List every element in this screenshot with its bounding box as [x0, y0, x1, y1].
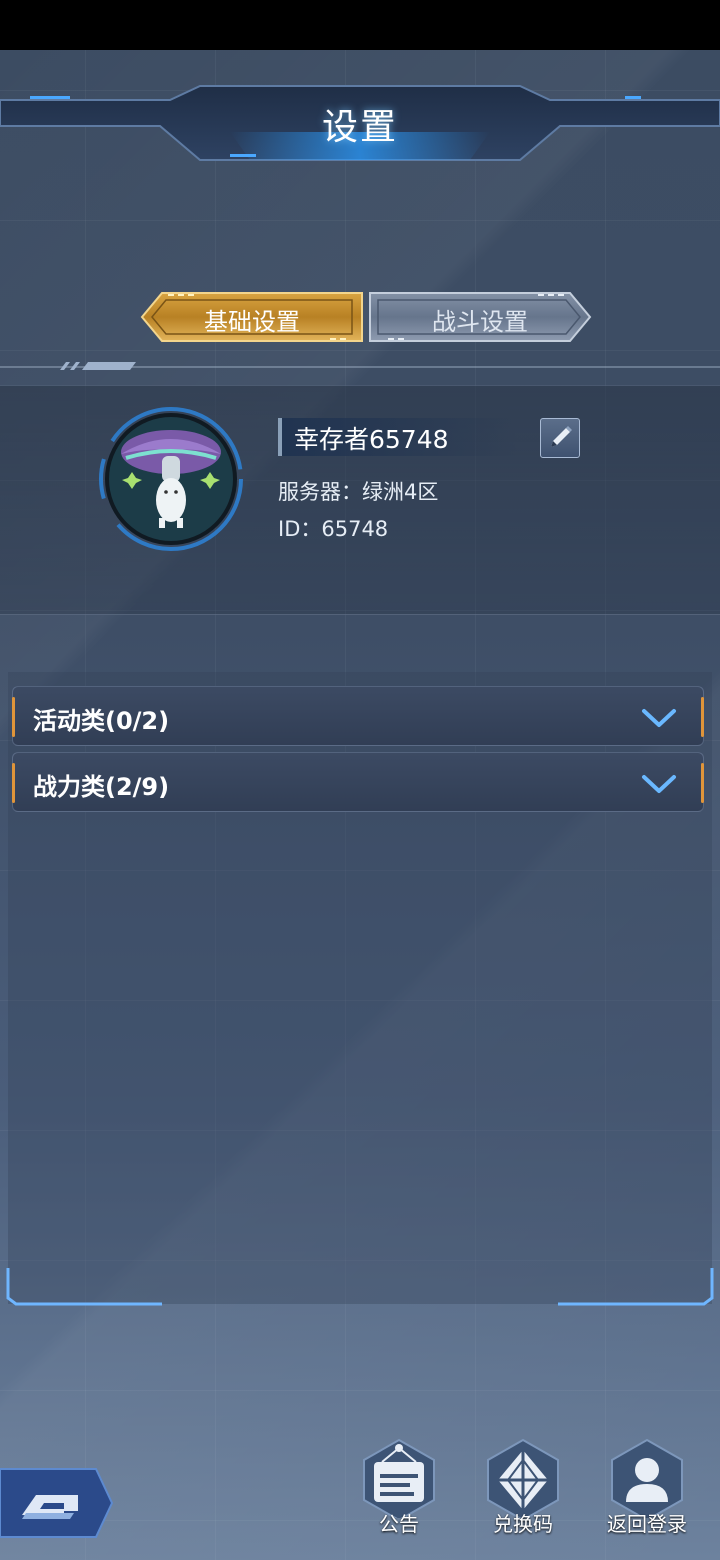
avatar[interactable] [96, 404, 246, 554]
row-accent-left [12, 763, 15, 803]
chevron-down-icon[interactable] [641, 707, 677, 729]
divider [0, 362, 720, 370]
notice-button[interactable]: 公告 [354, 1438, 444, 1538]
pencil-icon [551, 426, 572, 447]
redeem-code-label: 兑换码 [493, 1512, 553, 1536]
panel-corner-right [558, 1268, 714, 1306]
redeem-code-button[interactable]: 兑换码 [478, 1438, 568, 1538]
category-power[interactable]: 战力类(2/9) [12, 752, 704, 812]
row-accent-right [701, 763, 704, 803]
tab-battle-settings[interactable]: 战斗设置 [368, 290, 592, 344]
tab-battle-label: 战斗设置 [432, 308, 528, 336]
tab-basic-settings[interactable]: 基础设置 [140, 290, 364, 344]
category-power-label: 战力类(2/9) [33, 773, 170, 801]
category-activity[interactable]: 活动类(0/2) [12, 686, 704, 746]
chevron-down-icon[interactable] [641, 773, 677, 795]
return-login-label: 返回登录 [607, 1512, 687, 1536]
return-login-button[interactable]: 返回登录 [602, 1438, 692, 1538]
row-accent-left [12, 697, 15, 737]
page-title: 设置 [321, 107, 398, 148]
user-icon [611, 1438, 683, 1522]
player-id: ID：65748 [278, 517, 389, 541]
category-activity-label: 活动类(0/2) [33, 707, 170, 735]
mushroom-avatar-icon [99, 407, 243, 551]
edit-name-button[interactable] [540, 418, 580, 458]
panel-corner-left [6, 1268, 162, 1306]
status-bar [0, 0, 720, 50]
back-corner-button[interactable] [0, 1467, 114, 1539]
player-name: 幸存者65748 [294, 425, 449, 454]
diamond-code-icon [487, 1438, 559, 1522]
server-info: 服务器：绿洲4区 [278, 480, 439, 504]
notice-board-icon [363, 1438, 435, 1522]
tab-basic-label: 基础设置 [204, 308, 300, 336]
back-arrow-icon [0, 1468, 114, 1538]
notice-label: 公告 [379, 1512, 419, 1536]
row-accent-right [701, 697, 704, 737]
